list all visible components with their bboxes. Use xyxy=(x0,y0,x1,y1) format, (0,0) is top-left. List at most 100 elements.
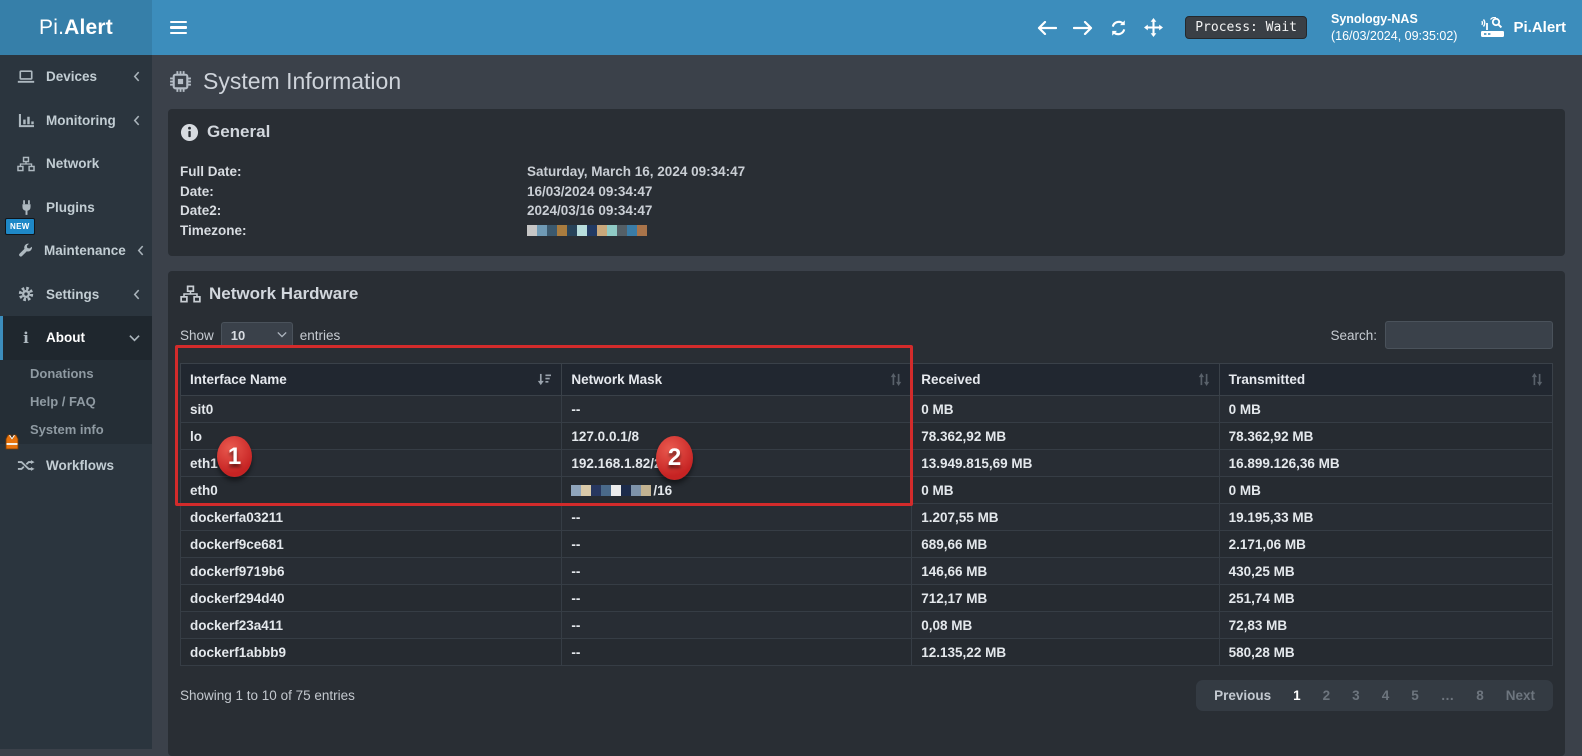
sidebar-item-system-info[interactable]: System info xyxy=(0,416,152,444)
pagination-next[interactable]: Next xyxy=(1495,688,1537,703)
host-info: Synology-NAS (16/03/2024, 09:35:02) xyxy=(1331,11,1458,44)
chevron-left-icon xyxy=(133,115,140,126)
table-row[interactable]: dockerf1abbb9--12.135,22 MB580,28 MB xyxy=(181,639,1553,666)
page-title-text: System Information xyxy=(203,68,401,95)
sidebar-item-workflows[interactable]: Workflows xyxy=(0,444,152,488)
table-row[interactable]: dockerf9719b6--146,66 MB430,25 MB xyxy=(181,558,1553,585)
pagination-page[interactable]: 1 xyxy=(1282,688,1312,703)
table-row[interactable]: dockerf23a411--0,08 MB72,83 MB xyxy=(181,612,1553,639)
sidebar-item-maintenance[interactable]: NEW Maintenance xyxy=(0,229,152,273)
transmitted-cell: 16.899.126,36 MB xyxy=(1219,450,1552,477)
brand-label: Pi.Alert xyxy=(1513,19,1566,36)
received-cell: 1.207,55 MB xyxy=(912,504,1219,531)
received-cell: 146,66 MB xyxy=(912,558,1219,585)
column-header-network-mask[interactable]: Network Mask xyxy=(562,364,912,396)
info-icon: i xyxy=(17,329,35,347)
sidebar-item-devices[interactable]: Devices xyxy=(0,55,152,99)
table-row[interactable]: dockerfa03211--1.207,55 MB19.195,33 MB xyxy=(181,504,1553,531)
general-row-label: Date: xyxy=(180,182,527,202)
network-panel-title: Network Hardware xyxy=(209,284,358,304)
chart-icon xyxy=(17,113,35,128)
table-row[interactable]: eth0/160 MB0 MB xyxy=(181,477,1553,504)
sidebar-toggle-icon[interactable] xyxy=(152,21,205,35)
sidebar-item-label: About xyxy=(46,330,85,345)
sort-both-icon xyxy=(890,373,902,386)
chevron-down-icon xyxy=(129,334,140,342)
general-panel-header: General xyxy=(180,122,1553,142)
sidebar-item-about[interactable]: i About xyxy=(0,316,152,360)
table-row[interactable]: sit0--0 MB0 MB xyxy=(181,396,1553,423)
column-header-interface-name[interactable]: Interface Name xyxy=(181,364,562,396)
pagination-previous[interactable]: Previous xyxy=(1212,688,1282,703)
sitemap-icon xyxy=(180,285,201,303)
sidebar-item-settings[interactable]: Settings xyxy=(0,273,152,317)
received-cell: 0 MB xyxy=(912,396,1219,423)
sidebar-item-label: Workflows xyxy=(46,458,114,473)
network-mask-cell: -- xyxy=(562,639,912,666)
process-status-badge: Process: Wait xyxy=(1185,16,1307,39)
general-row-label: Date2: xyxy=(180,201,527,221)
pagination-page[interactable]: 5 xyxy=(1400,688,1430,703)
transmitted-cell: 72,83 MB xyxy=(1219,612,1552,639)
sidebar-item-help-faq[interactable]: Help / FAQ xyxy=(0,388,152,416)
interface-name-cell: eth1 xyxy=(181,450,562,477)
host-timestamp: (16/03/2024, 09:35:02) xyxy=(1331,28,1458,44)
table-footer: Showing 1 to 10 of 75 entries Previous 1… xyxy=(180,680,1553,711)
top-navbar: Pi.Alert xyxy=(0,0,1582,55)
forward-arrow-icon[interactable] xyxy=(1073,21,1093,35)
page-size-select[interactable]: 10 xyxy=(221,322,293,348)
transmitted-cell: 2.171,06 MB xyxy=(1219,531,1552,558)
transmitted-cell: 78.362,92 MB xyxy=(1219,423,1552,450)
received-cell: 13.949.815,69 MB xyxy=(912,450,1219,477)
sidebar: Devices Monitoring Network Plugins NEW M… xyxy=(0,55,152,749)
pagination-page[interactable]: … xyxy=(1430,688,1466,703)
sort-both-icon xyxy=(1198,373,1210,386)
app-logo[interactable]: Pi.Alert xyxy=(0,0,152,55)
transmitted-cell: 580,28 MB xyxy=(1219,639,1552,666)
refresh-icon[interactable] xyxy=(1109,19,1128,37)
sitemap-icon xyxy=(17,156,35,172)
table-row[interactable]: eth1192.168.1.82/2413.949.815,69 MB16.89… xyxy=(181,450,1553,477)
interface-name-cell: lo xyxy=(181,423,562,450)
gear-icon xyxy=(17,286,35,302)
chevron-left-icon xyxy=(137,245,144,256)
sidebar-item-donations[interactable]: Donations xyxy=(0,360,152,388)
main-content: System Information General Full Date: Sa… xyxy=(152,55,1582,749)
sidebar-item-label: Network xyxy=(46,156,99,171)
general-rows: Full Date: Saturday, March 16, 2024 09:3… xyxy=(180,162,1553,240)
general-row-label: Full Date: xyxy=(180,162,527,182)
interface-name-cell: eth0 xyxy=(181,477,562,504)
pagination-page[interactable]: 2 xyxy=(1312,688,1342,703)
back-arrow-icon[interactable] xyxy=(1037,21,1057,35)
search-input[interactable] xyxy=(1385,321,1553,349)
pagination-pages: 12345…8 xyxy=(1282,688,1495,703)
general-row-label: Timezone: xyxy=(180,221,527,241)
pagination-page[interactable]: 4 xyxy=(1371,688,1401,703)
network-table-body: sit0--0 MB0 MBlo127.0.0.1/8 78.362,92 MB 7… xyxy=(181,396,1553,666)
entries-label: entries xyxy=(300,328,341,343)
transmitted-cell: 0 MB xyxy=(1219,396,1552,423)
pagination-page[interactable]: 8 xyxy=(1465,688,1495,703)
received-cell: 712,17 MB xyxy=(912,585,1219,612)
network-mask-cell: 127.0.0.1/8 xyxy=(562,423,912,450)
sidebar-item-monitoring[interactable]: Monitoring xyxy=(0,99,152,143)
table-row[interactable]: dockerf294d40--712,17 MB251,74 MB xyxy=(181,585,1553,612)
new-badge: NEW xyxy=(5,218,35,235)
interface-name-cell: dockerf23a411 xyxy=(181,612,562,639)
column-header-transmitted[interactable]: Transmitted xyxy=(1219,364,1552,396)
show-label: Show xyxy=(180,328,214,343)
navbar-right: Process: Wait Synology-NAS (16/03/2024, … xyxy=(1037,11,1582,44)
safety-vest-icon xyxy=(2,432,22,452)
network-mask-cell: -- xyxy=(562,585,912,612)
pagination-page[interactable]: 3 xyxy=(1341,688,1371,703)
interface-name-cell: dockerfa03211 xyxy=(181,504,562,531)
table-status-text: Showing 1 to 10 of 75 entries xyxy=(180,688,355,703)
move-icon[interactable] xyxy=(1144,18,1163,37)
microchip-icon xyxy=(168,69,193,94)
sidebar-item-network[interactable]: Network xyxy=(0,142,152,186)
table-row[interactable]: lo127.0.0.1/878.362,92 MB78.362,92 MB xyxy=(181,423,1553,450)
column-header-received[interactable]: Received xyxy=(912,364,1219,396)
table-row[interactable]: dockerf9ce681--689,66 MB2.171,06 MB xyxy=(181,531,1553,558)
network-mask-cell: 192.168.1.82/24 xyxy=(562,450,912,477)
wrench-icon xyxy=(17,243,33,259)
